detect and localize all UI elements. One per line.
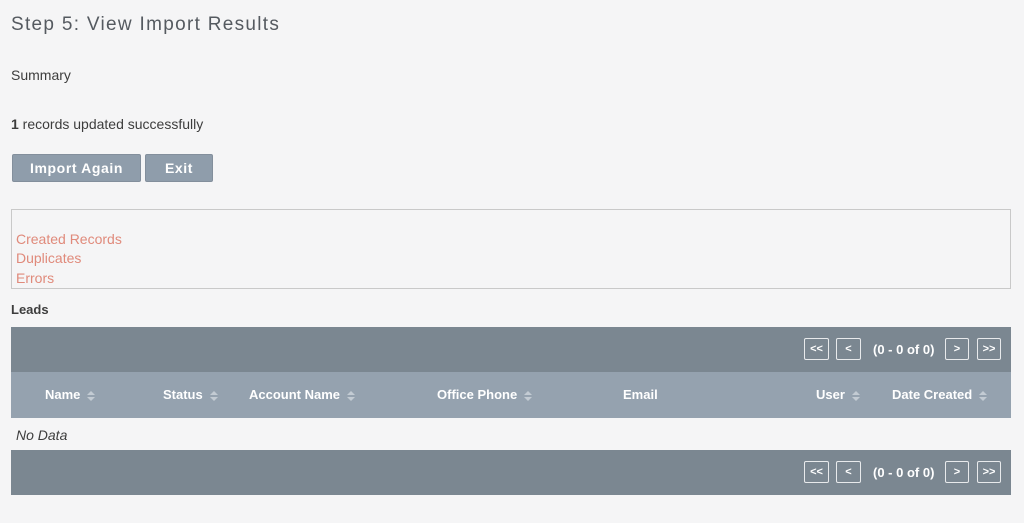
column-label: Account Name	[249, 387, 341, 402]
page-count: (0 - 0 of 0)	[873, 342, 935, 357]
import-again-button[interactable]: Import Again	[12, 154, 141, 182]
column-label: Email	[623, 387, 658, 402]
column-header-email: Email	[623, 387, 658, 402]
last-page-button[interactable]: >>	[977, 338, 1001, 360]
column-label: Date Created	[892, 387, 973, 402]
first-page-button[interactable]: <<	[804, 461, 829, 483]
sort-icon[interactable]	[851, 390, 860, 402]
column-label: Status	[163, 387, 203, 402]
sort-icon[interactable]	[87, 390, 96, 402]
last-page-button[interactable]: >>	[977, 461, 1001, 483]
sort-icon[interactable]	[979, 390, 988, 402]
pagination-bar-bottom: << < (0 - 0 of 0) > >>	[11, 450, 1011, 495]
previous-page-button[interactable]: <	[836, 461, 861, 483]
first-page-button[interactable]: <<	[804, 338, 829, 360]
result-links-panel: Created Records Duplicates Errors	[11, 209, 1011, 289]
errors-link[interactable]: Errors	[16, 270, 54, 286]
leads-section-title: Leads	[11, 302, 49, 317]
created-records-link[interactable]: Created Records	[16, 231, 122, 247]
sort-icon[interactable]	[209, 390, 218, 402]
column-label: User	[816, 387, 845, 402]
next-page-button[interactable]: >	[945, 338, 969, 360]
summary-label: Summary	[11, 67, 71, 83]
next-page-button[interactable]: >	[945, 461, 969, 483]
result-message: 1 records updated successfully	[11, 116, 203, 132]
column-header-user[interactable]: User	[816, 387, 860, 402]
table-header: Name Status Account Name Office Phone Em…	[11, 372, 1011, 418]
column-header-account-name[interactable]: Account Name	[249, 387, 356, 402]
pagination-bar-top: << < (0 - 0 of 0) > >>	[11, 327, 1011, 372]
previous-page-button[interactable]: <	[836, 338, 861, 360]
column-label: Name	[45, 387, 81, 402]
page-title: Step 5: View Import Results	[11, 14, 281, 35]
empty-table-message: No Data	[16, 427, 68, 443]
column-header-name[interactable]: Name	[45, 387, 96, 402]
sort-icon[interactable]	[524, 390, 533, 402]
result-count: 1	[11, 116, 19, 132]
result-text: records updated successfully	[18, 116, 204, 132]
column-header-office-phone[interactable]: Office Phone	[437, 387, 533, 402]
column-label: Office Phone	[437, 387, 518, 402]
column-header-status[interactable]: Status	[163, 387, 218, 402]
column-header-date-created[interactable]: Date Created	[892, 387, 988, 402]
duplicates-link[interactable]: Duplicates	[16, 250, 81, 266]
sort-icon[interactable]	[347, 390, 356, 402]
exit-button[interactable]: Exit	[145, 154, 213, 182]
page-count: (0 - 0 of 0)	[873, 465, 935, 480]
